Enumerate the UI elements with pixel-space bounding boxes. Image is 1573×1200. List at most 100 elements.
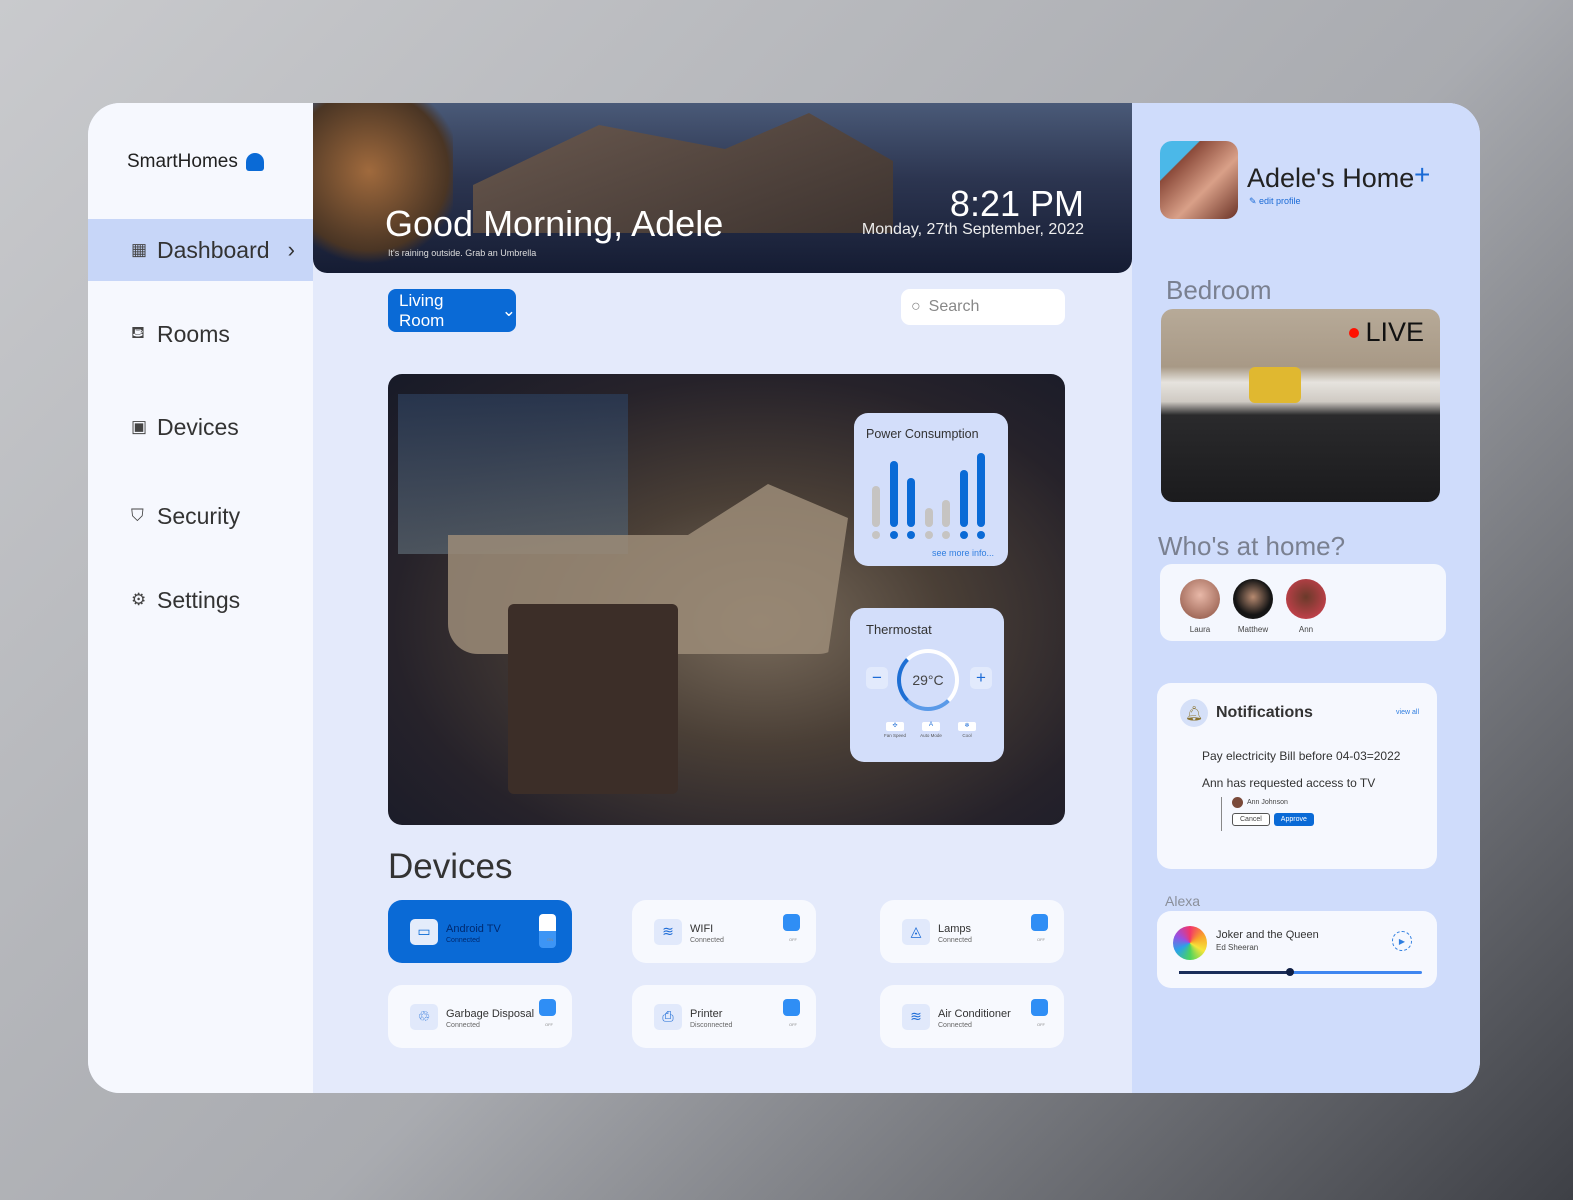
- home-icon: [245, 153, 264, 171]
- device-card-android-tv[interactable]: ▭ Android TV Connected ON: [388, 900, 572, 963]
- brand-name: SmartHomes: [127, 151, 238, 172]
- avatar[interactable]: [1160, 141, 1238, 219]
- device-name: WIFI: [690, 923, 714, 935]
- avatar: [1286, 579, 1326, 619]
- main-content: Good Morning, Adele It's raining outside…: [313, 103, 1132, 1093]
- edit-profile-link[interactable]: ✎ edit profile: [1249, 196, 1301, 207]
- person-ann[interactable]: Ann: [1281, 579, 1331, 634]
- nav-label: Settings: [157, 586, 241, 613]
- right-panel: Adele's Home ✎ edit profile + Bedroom LI…: [1132, 103, 1480, 1093]
- power-bar-dot: [924, 531, 933, 539]
- who-at-home-title: Who's at home?: [1158, 531, 1346, 561]
- sidebar-item-settings[interactable]: ⚙ Settings: [88, 569, 313, 631]
- app-window: SmartHomes ▦ Dashboard › ⛾ Rooms ▣ Devices ⛉…: [88, 103, 1480, 1093]
- song-artist: Ed Sheeran: [1216, 943, 1259, 952]
- device-toggle[interactable]: [1031, 999, 1048, 1016]
- nav-label: Dashboard: [157, 236, 270, 263]
- weather-note: It's raining outside. Grab an Umbrella: [388, 248, 537, 258]
- date: Monday, 27th September, 2022: [861, 221, 1084, 238]
- person-name: Ann: [1298, 625, 1314, 634]
- auto-icon: A: [922, 722, 940, 731]
- mode-fan-speed[interactable]: ✣ Fan Speed: [880, 722, 910, 738]
- notifications-card: 🔔︎ Notifications view all Pay electricit…: [1157, 683, 1437, 869]
- device-name: Garbage Disposal: [446, 1008, 535, 1020]
- song-title: Joker and the Queen: [1216, 929, 1319, 941]
- power-bar-dot: [942, 531, 950, 539]
- device-card-wifi[interactable]: ≋ WIFI Connected OFF: [632, 900, 816, 963]
- device-status: Connected: [690, 937, 724, 944]
- device-toggle[interactable]: [783, 914, 800, 931]
- device-card-lamps[interactable]: ◬ Lamps Connected OFF: [880, 900, 1064, 963]
- home-name: Adele's Home: [1247, 163, 1415, 193]
- thermostat-title: Thermostat: [866, 622, 932, 637]
- live-label: LIVE: [1365, 317, 1424, 347]
- device-card-air-conditioner[interactable]: ≋ Air Conditioner Connected OFF: [880, 985, 1064, 1048]
- device-card-printer[interactable]: ⎙ Printer Disconnected OFF: [632, 985, 816, 1048]
- device-toggle[interactable]: [1031, 914, 1048, 931]
- device-status: Connected: [938, 937, 972, 944]
- mode-label: Cool: [962, 733, 972, 738]
- power-bar: [889, 461, 898, 527]
- temperature-value: 29°C: [912, 672, 944, 688]
- shield-icon: ⛉: [131, 506, 144, 525]
- progress-handle[interactable]: [1285, 968, 1294, 976]
- temperature-dial[interactable]: 29°C: [897, 649, 959, 711]
- power-bar: [924, 508, 933, 527]
- increase-temp-button[interactable]: +: [970, 667, 992, 689]
- clock: 8:21 PM: [949, 183, 1084, 224]
- search-placeholder: Search: [928, 298, 980, 315]
- person-matthew[interactable]: Matthew: [1228, 579, 1278, 634]
- decrease-temp-button[interactable]: −: [866, 667, 888, 689]
- sidebar-item-devices[interactable]: ▣ Devices: [88, 396, 313, 458]
- toggle-state: OFF: [789, 937, 797, 942]
- bell-icon: 🔔︎: [1180, 699, 1208, 727]
- see-more-link[interactable]: see more info...: [932, 548, 994, 558]
- sidebar-item-rooms[interactable]: ⛾ Rooms: [88, 303, 313, 365]
- bedroom-camera-feed[interactable]: LIVE: [1161, 309, 1440, 502]
- nav-label: Rooms: [157, 320, 230, 347]
- toggle-state: ON: [547, 937, 553, 942]
- search-input[interactable]: ○ Search: [901, 289, 1065, 325]
- device-card-garbage-disposal[interactable]: ♲ Garbage Disposal Connected OFF: [388, 985, 572, 1048]
- access-request: Ann Johnson Cancel Approve: [1221, 797, 1314, 831]
- power-bar-dot: [907, 531, 915, 539]
- notifications-title: Notifications: [1216, 704, 1313, 721]
- device-icon: ≋: [902, 1003, 930, 1030]
- search-icon: ○: [911, 298, 921, 315]
- room-dropdown[interactable]: Living Room ⌄: [388, 289, 516, 332]
- sidebar-item-dashboard[interactable]: ▦ Dashboard ›: [88, 219, 313, 281]
- add-home-button[interactable]: +: [1414, 159, 1430, 191]
- person-laura[interactable]: Laura: [1175, 579, 1225, 634]
- person-name: Laura: [1189, 625, 1211, 634]
- device-toggle[interactable]: [539, 999, 556, 1016]
- greeting: Good Morning, Adele: [385, 203, 724, 244]
- toggle-state: OFF: [545, 1022, 553, 1027]
- toggle-state: OFF: [1037, 937, 1045, 942]
- play-icon[interactable]: ▶: [1392, 931, 1412, 951]
- device-toggle[interactable]: [783, 999, 800, 1016]
- mode-cool[interactable]: ❄ Cool: [952, 722, 982, 738]
- mode-auto[interactable]: A Auto Mode: [916, 722, 946, 738]
- notification-item: Pay electricity Bill before 04-03=2022: [1202, 749, 1401, 763]
- nav-label: Devices: [157, 413, 239, 440]
- person-name: Matthew: [1237, 625, 1269, 634]
- chevron-right-icon: ›: [287, 237, 295, 262]
- power-title: Power Consumption: [866, 427, 979, 441]
- sidebar-item-security[interactable]: ⛉ Security: [88, 485, 313, 547]
- gear-icon: ⚙: [131, 590, 147, 609]
- view-all-link[interactable]: view all: [1396, 709, 1419, 716]
- avatar: [1233, 579, 1273, 619]
- room-table: [508, 604, 678, 794]
- progress-slider[interactable]: [1179, 968, 1422, 976]
- hero-banner: Good Morning, Adele It's raining outside…: [313, 103, 1132, 273]
- device-icon: ♲: [410, 1003, 438, 1030]
- power-bar-dot: [872, 531, 880, 539]
- devices-heading: Devices: [388, 847, 513, 886]
- device-toggle[interactable]: [539, 914, 556, 948]
- power-consumption-card[interactable]: Power Consumption see more info...: [854, 413, 1008, 566]
- power-bar: [977, 453, 985, 527]
- music-player: Joker and the Queen Ed Sheeran ▶: [1157, 911, 1437, 988]
- chevron-down-icon: ⌄: [501, 300, 516, 320]
- cancel-button[interactable]: Cancel: [1232, 813, 1270, 826]
- approve-button[interactable]: Approve: [1273, 813, 1314, 826]
